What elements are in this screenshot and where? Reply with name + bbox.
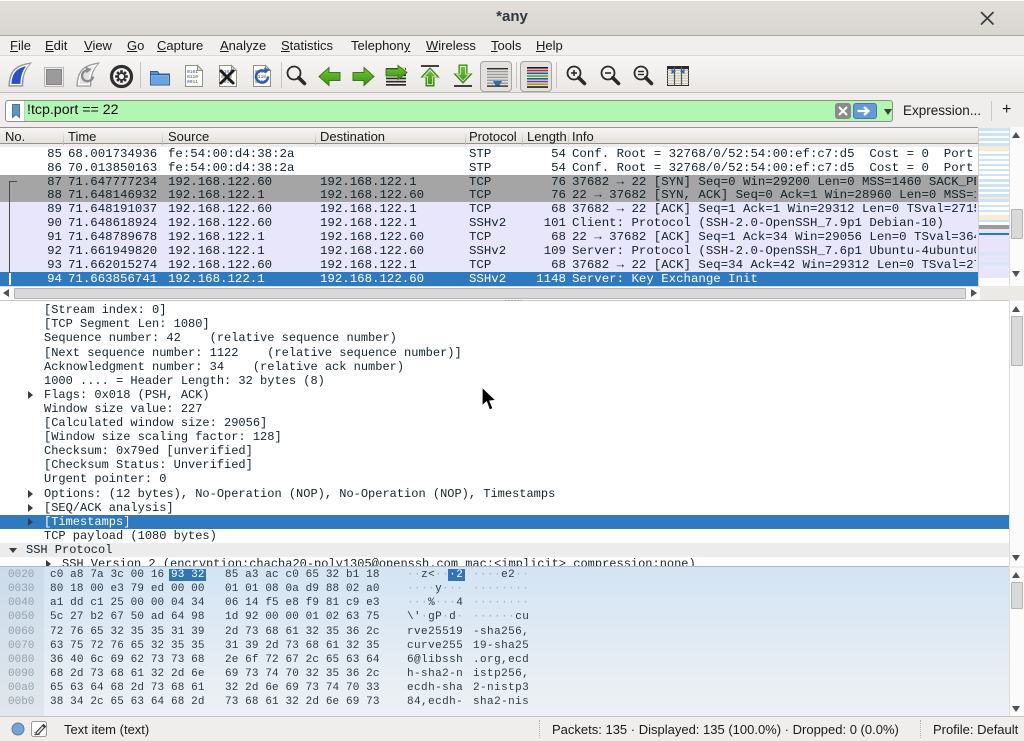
svg-text:0011: 0011	[187, 79, 198, 85]
